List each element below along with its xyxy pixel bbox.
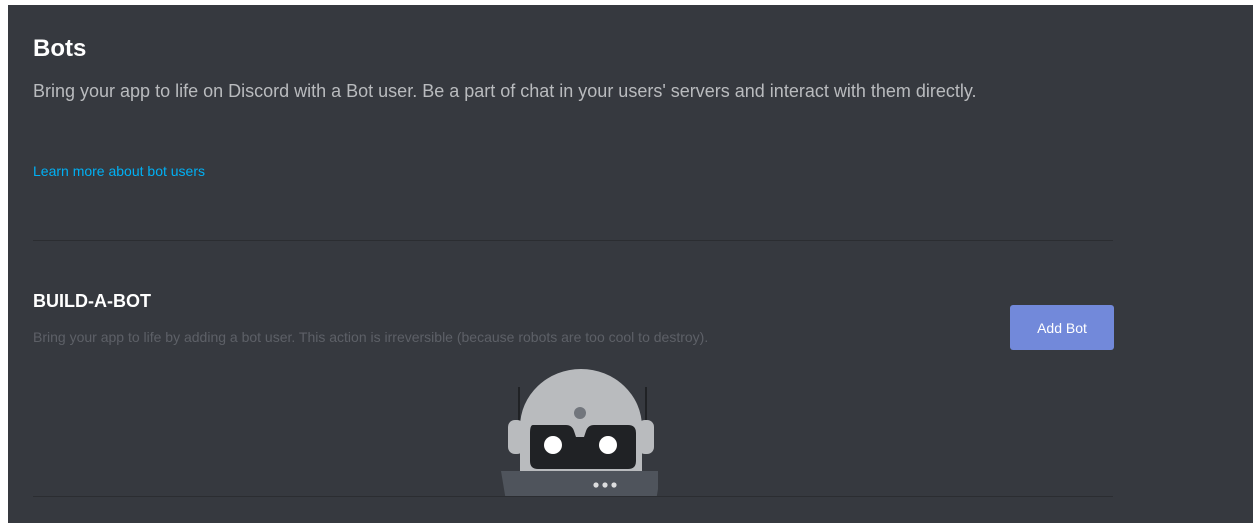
- robot-icon: [501, 369, 658, 497]
- build-a-bot-title: BUILD-A-BOT: [33, 291, 151, 311]
- page-title: Bots: [33, 35, 87, 62]
- learn-more-link[interactable]: Learn more about bot users: [33, 162, 205, 180]
- page-description: Bring your app to life on Discord with a…: [33, 81, 977, 101]
- add-bot-button[interactable]: Add Bot: [1010, 305, 1114, 350]
- section-divider: [33, 496, 1113, 497]
- section-divider: [33, 240, 1113, 241]
- build-a-bot-description: Bring your app to life by adding a bot u…: [33, 329, 709, 345]
- bots-settings-panel: Bots Bring your app to life on Discord w…: [8, 5, 1253, 523]
